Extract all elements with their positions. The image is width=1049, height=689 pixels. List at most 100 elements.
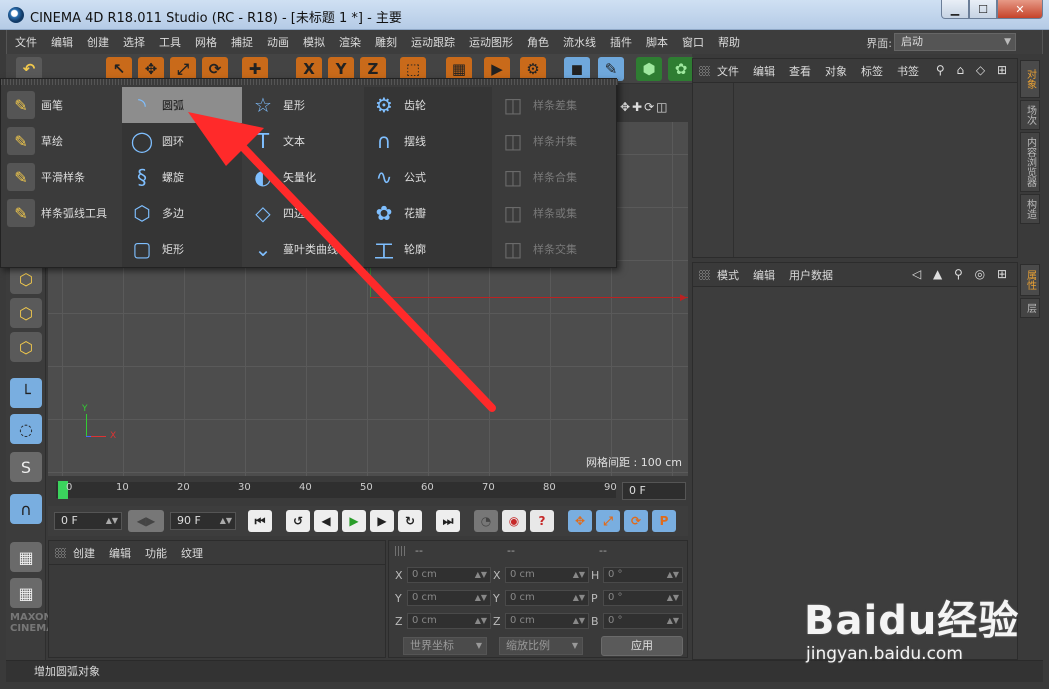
spinner-icon[interactable]: ▲▼ (475, 614, 487, 628)
spinner-icon[interactable]: ▲▼ (573, 614, 585, 628)
spline-item-cissoid[interactable]: ⌄ 蔓叶类曲线 (243, 231, 363, 267)
previous-key-icon[interactable]: ↺ (286, 510, 310, 532)
attributes-menu-mode[interactable]: 模式 (717, 267, 739, 283)
go-to-end-icon[interactable]: ⏭ (436, 510, 460, 532)
key-position-icon[interactable]: ✥ (568, 510, 592, 532)
materials-menu-create[interactable]: 创建 (73, 545, 95, 561)
spinner-icon[interactable]: ▲▼ (667, 568, 679, 582)
materials-menu-function[interactable]: 功能 (145, 545, 167, 561)
workplane-mode-icon[interactable]: ⬡ (10, 332, 42, 362)
spinner-icon[interactable]: ▲▼ (220, 513, 232, 529)
panel-grip-icon[interactable] (699, 66, 710, 76)
panel-grip-icon[interactable] (55, 548, 66, 558)
position-y-field[interactable]: 0 cm ▲▼ (407, 590, 491, 606)
rotation-b-field[interactable]: 0 ° ▲▼ (603, 613, 683, 629)
size-y-field[interactable]: 0 cm ▲▼ (505, 590, 589, 606)
key-scale-icon[interactable]: ⤢ (596, 510, 620, 532)
next-key-icon[interactable]: ↻ (398, 510, 422, 532)
menu-create[interactable]: 创建 (87, 34, 109, 50)
attributes-menu-user-data[interactable]: 用户数据 (789, 267, 833, 283)
attributes-menu-edit[interactable]: 编辑 (753, 267, 775, 283)
spline-item-pen[interactable]: ✎ 画笔 (1, 87, 121, 123)
tab-attributes[interactable]: 属性 (1020, 264, 1040, 296)
lock-workplane-icon[interactable]: ▦ (10, 542, 42, 572)
previous-frame-icon[interactable]: ◀ (314, 510, 338, 532)
spline-item-circle[interactable]: ◯ 圆环 (122, 123, 242, 159)
size-x-field[interactable]: 0 cm ▲▼ (505, 567, 589, 583)
help-key-icon[interactable]: ? (530, 510, 554, 532)
spline-item-cycloid[interactable]: ∩ 摆线 (364, 123, 492, 159)
key-parameter-icon[interactable]: P (652, 510, 676, 532)
snap-magnet-icon[interactable]: ∩ (10, 494, 42, 524)
tab-layers[interactable]: 层 (1020, 298, 1040, 318)
autokey-icon[interactable]: ◉ (502, 510, 526, 532)
go-to-start-icon[interactable]: ⏮ (248, 510, 272, 532)
tab-objects[interactable]: 对象 (1020, 60, 1040, 98)
spline-item-arc[interactable]: ◝ 圆弧 (122, 87, 242, 123)
coordinate-system-select[interactable]: 世界坐标 ▼ (403, 637, 487, 655)
menu-sculpt[interactable]: 雕刻 (375, 34, 397, 50)
menu-mograph[interactable]: 运动图形 (469, 34, 513, 50)
menu-mesh[interactable]: 网格 (195, 34, 217, 50)
texture-mode-icon[interactable]: ⬡ (10, 298, 42, 328)
position-x-field[interactable]: 0 cm ▲▼ (407, 567, 491, 583)
menu-tools[interactable]: 工具 (159, 34, 181, 50)
menu-file[interactable]: 文件 (15, 34, 37, 50)
close-button[interactable]: ✕ (997, 0, 1043, 19)
menu-motion-tracking[interactable]: 运动跟踪 (411, 34, 455, 50)
spline-item-cog[interactable]: ⚙ 齿轮 (364, 87, 492, 123)
objects-menu-tags[interactable]: 标签 (861, 63, 883, 79)
model-mode-icon[interactable]: ⬡ (10, 264, 42, 294)
tab-content-browser[interactable]: 内容浏览器 (1020, 132, 1040, 192)
objects-menu-objects[interactable]: 对象 (825, 63, 847, 79)
spline-item-rectangle[interactable]: ▢ 矩形 (122, 231, 242, 267)
spinner-icon[interactable]: ▲▼ (667, 591, 679, 605)
minimize-button[interactable]: ▁ (941, 0, 969, 19)
menu-render[interactable]: 渲染 (339, 34, 361, 50)
scale-mode-select[interactable]: 缩放比例 ▼ (499, 637, 583, 655)
solo-mode-icon[interactable]: S (10, 452, 42, 482)
materials-menu-texture[interactable]: 纹理 (181, 545, 203, 561)
spline-item-profile[interactable]: 工 轮廓 (364, 231, 492, 267)
planar-workplane-icon[interactable]: ▦ (10, 578, 42, 608)
menu-edit[interactable]: 编辑 (51, 34, 73, 50)
record-keys-icon[interactable]: ◔ (474, 510, 498, 532)
menu-character[interactable]: 角色 (527, 34, 549, 50)
attributes-nav-icons[interactable]: ◁ ▲ ⚲ ◎ ⊞ (912, 267, 1011, 281)
menu-pipeline[interactable]: 流水线 (563, 34, 596, 50)
position-z-field[interactable]: 0 cm ▲▼ (407, 613, 491, 629)
play-icon[interactable]: ▶ (342, 510, 366, 532)
panel-grip-icon[interactable] (395, 546, 406, 556)
key-rotation-icon[interactable]: ⟳ (624, 510, 648, 532)
menu-help[interactable]: 帮助 (718, 34, 740, 50)
spline-item-text[interactable]: T 文本 (243, 123, 363, 159)
objects-menu-bookmarks[interactable]: 书签 (897, 63, 919, 79)
spinner-icon[interactable]: ▲▼ (106, 513, 118, 529)
spline-item-vectorizer[interactable]: ◐ 矢量化 (243, 159, 363, 195)
spinner-icon[interactable]: ▲▼ (667, 614, 679, 628)
materials-menu-edit[interactable]: 编辑 (109, 545, 131, 561)
objects-menu-file[interactable]: 文件 (717, 63, 739, 79)
objects-menu-view[interactable]: 查看 (789, 63, 811, 79)
menu-animate[interactable]: 动画 (267, 34, 289, 50)
rotation-h-field[interactable]: 0 ° ▲▼ (603, 567, 683, 583)
rotation-p-field[interactable]: 0 ° ▲▼ (603, 590, 683, 606)
spline-item-helix[interactable]: § 螺旋 (122, 159, 242, 195)
spline-item-formula[interactable]: ∿ 公式 (364, 159, 492, 195)
range-slider-icon[interactable]: ◀▶ (128, 510, 164, 532)
size-z-field[interactable]: 0 cm ▲▼ (505, 613, 589, 629)
current-frame-field[interactable]: 0 F (622, 482, 686, 500)
timeline[interactable]: 0 10 20 30 40 50 60 70 80 90 0 F (48, 478, 688, 504)
objects-menu-edit[interactable]: 编辑 (753, 63, 775, 79)
menu-snap[interactable]: 捕捉 (231, 34, 253, 50)
panel-grip-icon[interactable] (699, 270, 710, 280)
menu-select[interactable]: 选择 (123, 34, 145, 50)
nurbs-icon[interactable]: ⬢ (636, 57, 662, 81)
spline-item-polygon[interactable]: ⬡ 多边 (122, 195, 242, 231)
axis-mode-icon[interactable]: └ (10, 378, 42, 408)
start-frame-field[interactable]: 0 F ▲▼ (54, 512, 122, 530)
tab-takes[interactable]: 场次 (1020, 100, 1040, 130)
spline-item-sketch[interactable]: ✎ 草绘 (1, 123, 121, 159)
objects-search-home-icons[interactable]: ⚲ ⌂ ◇ ⊞ (936, 63, 1011, 77)
next-frame-icon[interactable]: ▶ (370, 510, 394, 532)
